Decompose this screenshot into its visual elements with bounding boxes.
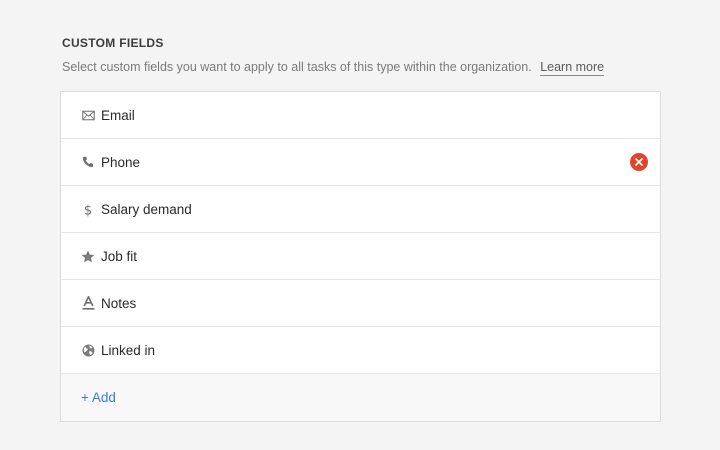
field-row-notes[interactable]: Notes — [61, 280, 660, 327]
field-row-email[interactable]: Email — [61, 92, 660, 139]
field-label: Linked in — [101, 342, 156, 358]
field-label: Phone — [101, 154, 141, 170]
envelope-icon — [81, 108, 95, 122]
add-field-row: + Add — [61, 374, 660, 421]
field-label: Email — [101, 107, 135, 123]
field-row-phone[interactable]: Phone — [61, 139, 660, 186]
section-title: CUSTOM FIELDS — [62, 36, 164, 50]
custom-fields-list: Email Phone $ Salary demand Job fit Note… — [60, 91, 661, 422]
add-field-button[interactable]: + Add — [81, 390, 116, 405]
phone-icon — [81, 155, 95, 169]
field-row-salary-demand[interactable]: $ Salary demand — [61, 186, 660, 233]
field-row-linked-in[interactable]: Linked in — [61, 327, 660, 374]
field-row-job-fit[interactable]: Job fit — [61, 233, 660, 280]
globe-icon — [81, 343, 95, 357]
remove-field-button[interactable] — [630, 153, 648, 171]
section-description: Select custom fields you want to apply t… — [62, 60, 605, 76]
field-label: Notes — [101, 295, 137, 311]
field-label: Job fit — [101, 248, 138, 264]
close-icon — [635, 158, 643, 166]
text-format-icon — [81, 296, 95, 310]
dollar-icon: $ — [81, 202, 95, 217]
star-icon — [81, 249, 95, 263]
svg-text:$: $ — [84, 203, 92, 217]
field-label: Salary demand — [101, 201, 192, 217]
section-description-text: Select custom fields you want to apply t… — [62, 60, 532, 74]
learn-more-link[interactable]: Learn more — [540, 60, 605, 76]
